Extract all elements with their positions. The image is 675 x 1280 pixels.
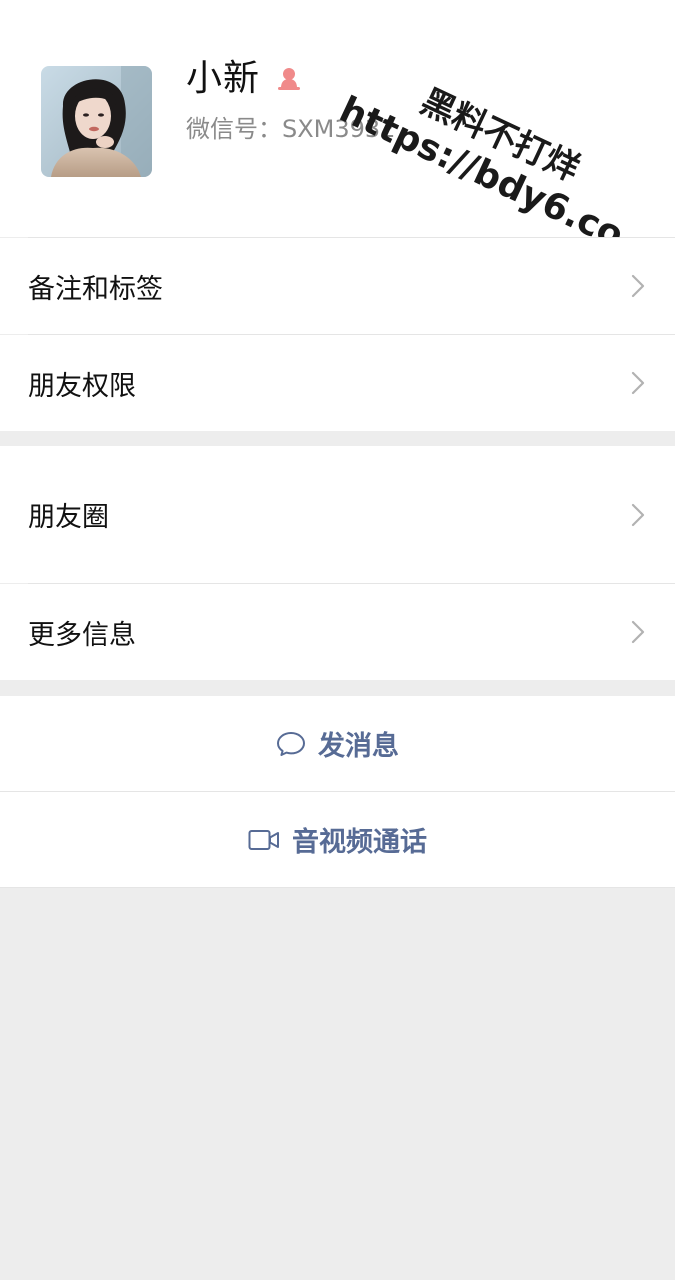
wechat-id: 微信号：SXM3932	[186, 112, 395, 146]
profile-header: 小新 微信号：SXM3932 黑料不打烊 https://bdy6.co	[0, 0, 675, 256]
chevron-right-icon	[631, 274, 645, 298]
watermark-line1: 黑料不打烊	[414, 81, 586, 190]
menu-item-label: 备注和标签	[28, 273, 163, 305]
menu-item-label: 更多信息	[28, 619, 136, 651]
menu-item-label: 朋友权限	[28, 370, 136, 402]
menu-item-more-info[interactable]: 更多信息	[0, 584, 675, 680]
wechat-id-value: SXM3932	[282, 115, 396, 143]
video-call-label: 音视频通话	[292, 827, 427, 858]
contact-name: 小新	[186, 58, 261, 99]
video-call-button[interactable]: 音视频通话	[0, 792, 675, 887]
video-camera-icon	[248, 829, 280, 851]
chat-bubble-icon	[276, 731, 306, 757]
menu-item-label: 朋友圈	[28, 502, 109, 533]
wechat-id-label: 微信号：	[186, 115, 282, 143]
divider	[0, 887, 675, 888]
avatar[interactable]	[41, 66, 152, 177]
chevron-right-icon	[631, 620, 645, 644]
watermark: 黑料不打烊 https://bdy6.co	[333, 52, 640, 257]
send-message-button[interactable]: 发消息	[0, 696, 675, 791]
send-message-label: 发消息	[318, 731, 399, 762]
chevron-right-icon	[631, 503, 645, 526]
menu-item-friend-permissions[interactable]: 朋友权限	[0, 335, 675, 431]
chevron-right-icon	[631, 371, 645, 395]
female-icon	[278, 68, 300, 90]
menu-item-moments[interactable]: 朋友圈	[0, 446, 675, 583]
menu-item-remarks-tags[interactable]: 备注和标签	[0, 238, 675, 334]
